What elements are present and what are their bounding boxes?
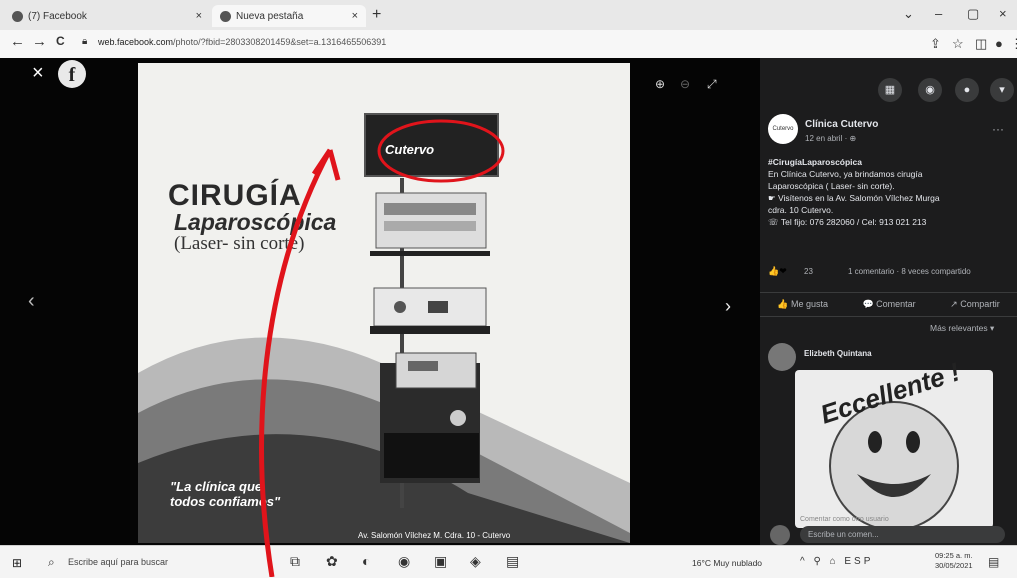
post-line: ☛ Visítenos en la Av. Salomón Vílchez Mu… xyxy=(768,193,940,203)
poster-note: (Laser- sin corte) xyxy=(174,233,305,254)
poster-image: Cutervo CIRUGÍA Laparoscópica (Laser- si… xyxy=(138,63,630,543)
share-icon[interactable]: ⇪ xyxy=(930,36,941,52)
bookmark-star-icon[interactable]: ☆ xyxy=(952,36,964,52)
commenter-avatar[interactable] xyxy=(768,343,796,371)
clock-date: 30/05/2021 xyxy=(935,561,973,570)
clock-time: 09:25 a. m. xyxy=(935,551,973,560)
previous-photo-button[interactable]: ‹ xyxy=(28,290,35,313)
post-line: Laparoscópica ( Laser- sin corte). xyxy=(768,181,895,191)
poster-quote: "La clínica que todos confiamos" xyxy=(170,479,281,509)
zoom-in-icon[interactable]: ⊕ xyxy=(655,77,665,91)
poster-subtitle: Laparoscópica xyxy=(174,209,337,235)
post-line: ☏ Tel fijo: 076 282060 / Cel: 913 021 21… xyxy=(768,217,927,227)
engagement-summary[interactable]: 1 comentario · 8 veces compartido xyxy=(848,267,971,276)
clock[interactable]: 09:25 a. m. 30/05/2021 xyxy=(935,551,973,571)
tab-new-tab[interactable]: Nueva pestaña × xyxy=(212,5,366,27)
post-text: #CirugíaLaparoscópica En Clínica Cutervo… xyxy=(768,156,1004,228)
app-icon[interactable]: ▣ xyxy=(434,553,447,570)
menu-icon[interactable]: ⋮ xyxy=(1010,36,1017,52)
zoom-out-icon[interactable]: ⊖ xyxy=(680,77,690,91)
notifications-icon[interactable]: ● xyxy=(955,78,979,102)
more-options-icon[interactable]: ··· xyxy=(992,122,1004,136)
app-icon[interactable]: ✿ xyxy=(326,553,338,570)
close-tab-icon[interactable]: × xyxy=(352,10,358,22)
weather-widget[interactable]: 16°C Muy nublado xyxy=(692,558,762,568)
comment-input[interactable]: Escribe un comen... xyxy=(800,526,1005,543)
share-button[interactable]: ↗ Compartir xyxy=(950,299,1000,310)
post-actions: 👍 Me gusta 💬 Comentar ↗ Compartir xyxy=(760,292,1017,317)
page-avatar[interactable]: Cutervo xyxy=(768,114,798,144)
app-icon[interactable]: ◐ xyxy=(362,553,370,569)
post-line: En Clínica Cutervo, ya brindamos cirugía xyxy=(768,169,923,179)
sidebar-icon[interactable]: ◫ xyxy=(975,36,987,52)
system-tray[interactable]: ^ ⚲ ⌂ ESP xyxy=(800,556,873,567)
notifications-center-icon[interactable]: ▤ xyxy=(988,555,999,569)
facebook-logo-icon[interactable]: f xyxy=(58,60,86,88)
app-icon[interactable]: ▤ xyxy=(506,553,519,570)
close-tab-icon[interactable]: × xyxy=(196,10,202,22)
commenter-name[interactable]: Elizbeth Quintana xyxy=(804,349,872,358)
comment-sort-dropdown[interactable]: Más relevantes ▾ xyxy=(930,323,994,334)
maximize-button[interactable]: ▢ xyxy=(967,6,979,22)
minimize-button[interactable]: – xyxy=(935,6,942,21)
close-window-button[interactable]: × xyxy=(999,6,1007,21)
page-name[interactable]: Clínica Cutervo xyxy=(805,119,878,130)
comment-button[interactable]: 💬 Comentar xyxy=(862,299,915,310)
post-hashtag[interactable]: #CirugíaLaparoscópica xyxy=(768,156,1004,168)
tab-label: (7) Facebook xyxy=(28,10,87,22)
forward-button[interactable]: → xyxy=(32,33,47,50)
tab-facebook[interactable]: (7) Facebook × xyxy=(4,5,210,27)
like-button[interactable]: 👍 Me gusta xyxy=(777,299,828,310)
account-menu-icon[interactable]: ▾ xyxy=(990,78,1014,102)
new-tab-button[interactable]: + xyxy=(372,6,381,24)
profile-icon[interactable]: ● xyxy=(995,36,1003,51)
lock-icon[interactable]: 🔒︎ xyxy=(82,36,87,47)
poster-address: Av. Salomón Vílchez M. Cdra. 10 - Cuterv… xyxy=(358,531,511,540)
monitor-logo-text: Cutervo xyxy=(385,142,435,157)
menu-grid-icon[interactable]: ▦ xyxy=(878,78,902,102)
taskbar-search-input[interactable]: Escribe aquí para buscar xyxy=(68,557,168,567)
reaction-count[interactable]: 23 xyxy=(804,267,813,276)
search-icon[interactable]: ⌕ xyxy=(48,555,55,570)
task-view-icon[interactable]: ⧉ xyxy=(290,553,300,570)
tab-label: Nueva pestaña xyxy=(236,10,304,22)
reload-button[interactable]: C xyxy=(56,34,65,48)
post-date[interactable]: 12 en abril · ⊕ xyxy=(805,134,856,143)
chrome-icon[interactable]: ◉ xyxy=(398,553,410,570)
reaction-icons[interactable]: 👍❤ xyxy=(768,266,787,277)
fullscreen-icon[interactable]: ⤢ xyxy=(707,77,717,92)
new-tab-favicon-icon xyxy=(220,10,231,22)
poster-title: CIRUGÍA xyxy=(168,179,302,212)
back-button[interactable]: ← xyxy=(10,33,25,50)
url-field[interactable]: web.facebook.com/photo/?fbid=28033082014… xyxy=(98,33,958,51)
user-avatar[interactable] xyxy=(770,525,790,545)
next-photo-button[interactable]: › xyxy=(725,296,731,317)
post-line: cdra. 10 Cutervo. xyxy=(768,205,834,215)
app-icon[interactable]: ◈ xyxy=(470,553,481,570)
facebook-favicon-icon xyxy=(12,10,23,22)
tab-search-icon[interactable]: ⌄ xyxy=(903,6,914,22)
start-button[interactable]: ⊞ xyxy=(12,556,22,570)
comment-hint: Comentar como otro usuario xyxy=(800,516,889,523)
close-viewer-button[interactable]: × xyxy=(32,62,44,85)
messenger-icon[interactable]: ◉ xyxy=(918,78,942,102)
